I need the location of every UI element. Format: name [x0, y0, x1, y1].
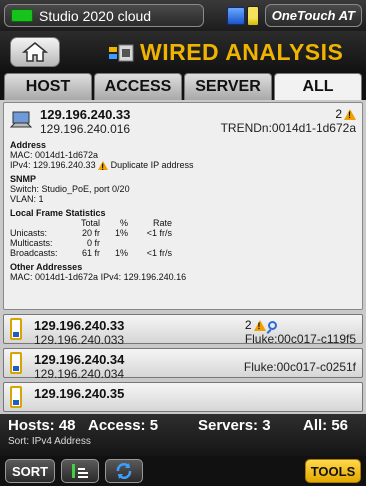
tools-button[interactable]: TOOLS — [305, 459, 361, 483]
link-status-icon — [11, 9, 33, 22]
ipv4-line: IPv4: 129.196.240.33 Duplicate IP addres… — [10, 160, 356, 172]
list-item[interactable]: 129.196.240.35 — [3, 382, 363, 412]
host-vendor: TRENDn:0014d1-1d672a — [220, 121, 356, 135]
host-list[interactable]: 129.196.240.33 129.196.240.016 2 TRENDn:… — [0, 100, 366, 414]
warning-badge[interactable]: 2 — [335, 107, 356, 121]
access-count: Access: 5 — [88, 417, 159, 434]
ipv4-warning: Duplicate IP address — [110, 160, 194, 170]
ipv4-address: IPv4: 129.196.240.33 — [10, 160, 96, 170]
status-icons — [226, 5, 259, 26]
stats-total: 0 fr — [86, 238, 100, 249]
other-addresses: MAC: 0014d1-1d672a IPv4: 129.196.240.16 — [10, 272, 187, 283]
snmp-vlan: VLAN: 1 — [10, 194, 44, 205]
ethernet-icon — [109, 44, 134, 61]
search-icon — [267, 320, 277, 330]
stats-pct — [100, 238, 128, 248]
computer-icon — [10, 111, 32, 128]
summary-bar: Hosts: 48 Access: 5 Servers: 3 All: 56 S… — [0, 414, 366, 456]
host-ip: 129.196.240.35 — [34, 386, 125, 401]
warning-badge[interactable]: 2 — [245, 318, 356, 332]
network-name: Studio 2020 cloud — [39, 7, 152, 24]
sort-order-button[interactable] — [61, 459, 99, 483]
list-item[interactable]: 129.196.240.33 129.196.240.033 2 Fluke:0… — [3, 314, 363, 347]
tab-all[interactable]: ALL — [274, 73, 362, 100]
stats-rate: <1 fr/s — [146, 248, 172, 259]
status-bar: Studio 2020 cloud OneTouch AT — [0, 0, 366, 31]
title-text: WIRED ANALYSIS — [140, 39, 344, 65]
stats-header: % — [119, 218, 128, 229]
host-ip: 129.196.240.34 — [34, 352, 125, 367]
mac-address: MAC: 0014d1-1d672a — [10, 150, 99, 160]
stats-header: Rate — [152, 218, 172, 229]
sort-button[interactable]: SORT — [5, 459, 55, 483]
page-title: WIRED ANALYSIS — [108, 39, 343, 66]
list-item[interactable]: 129.196.240.34 129.196.240.034 Fluke:00c… — [3, 348, 363, 381]
refresh-icon — [116, 463, 132, 479]
stats-total: 61 fr — [81, 248, 100, 259]
stats-label: Broadcasts: — [10, 248, 58, 259]
warning-icon — [344, 108, 356, 120]
stats-rate: <1 fr/s — [146, 228, 172, 239]
host-vendor: Fluke:00c017-c119f5 — [244, 332, 356, 346]
host-ip: 129.196.240.33 — [40, 107, 131, 122]
stats-header — [10, 218, 68, 228]
all-count: All: 56 — [303, 417, 349, 434]
hosts-count: Hosts: 48 — [8, 417, 76, 434]
host-name: 129.196.240.016 — [40, 122, 131, 136]
servers-count: Servers: 3 — [198, 417, 271, 434]
warning-icon — [253, 319, 266, 331]
snmp-switch: Switch: Studio_PoE, port 0/20 — [10, 184, 130, 195]
snmp-heading: SNMP — [10, 174, 37, 185]
stats-pct: 1% — [114, 228, 128, 239]
host-vendor: Fluke:00c017-c0251f — [243, 360, 356, 374]
device-icon — [10, 386, 22, 408]
network-indicator[interactable]: Studio 2020 cloud — [4, 4, 204, 27]
stats-rate — [128, 238, 172, 248]
bottom-toolbar: SORT TOOLS — [0, 456, 366, 486]
tab-bar: HOST ACCESS SERVER ALL — [0, 73, 366, 100]
warning-icon — [98, 161, 109, 172]
stats-total: 20 fr — [81, 228, 100, 239]
home-icon — [22, 42, 48, 62]
tab-access[interactable]: ACCESS — [94, 73, 182, 100]
other-addresses-heading: Other Addresses — [10, 262, 83, 273]
brand-label[interactable]: OneTouch AT — [264, 4, 362, 27]
address-heading: Address — [10, 140, 47, 150]
counts-row: Hosts: 48 Access: 5 Servers: 3 All: 56 — [8, 417, 358, 434]
host-ip: 129.196.240.33 — [34, 318, 125, 333]
device-icon — [10, 318, 22, 340]
warning-count: 2 — [335, 107, 342, 121]
home-button[interactable] — [10, 37, 60, 67]
monitor-icon[interactable] — [226, 6, 245, 25]
refresh-button[interactable] — [105, 459, 143, 483]
stats-header: Total — [80, 218, 100, 229]
tab-host[interactable]: HOST — [4, 73, 92, 100]
sort-label: Sort: IPv4 Address — [8, 436, 91, 447]
stats-heading: Local Frame Statistics — [10, 208, 106, 219]
host-name: 129.196.240.034 — [34, 367, 125, 381]
sort-order-icon — [72, 464, 88, 478]
device-icon — [10, 352, 22, 374]
stats-label: Unicasts: — [10, 228, 48, 239]
host-name: 129.196.240.033 — [34, 333, 125, 347]
stats-pct: 1% — [114, 248, 128, 259]
tab-server[interactable]: SERVER — [184, 73, 272, 100]
expanded-host-card[interactable]: 129.196.240.33 129.196.240.016 2 TRENDn:… — [3, 102, 363, 310]
battery-icon — [246, 5, 259, 26]
stats-label: Multicasts: — [10, 238, 53, 249]
frame-stats-table: Total % Rate Unicasts: 20 fr 1% <1 fr/s … — [10, 218, 356, 258]
title-bar: WIRED ANALYSIS — [0, 31, 366, 73]
warning-count: 2 — [244, 318, 252, 332]
